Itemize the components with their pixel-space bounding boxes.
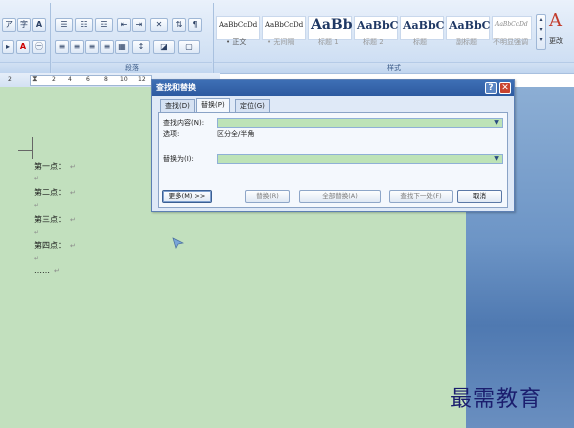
paragraph-mark: ↵ [34,255,40,262]
shading-button[interactable]: ◪ [153,40,175,54]
ruler-tick: 4 [68,76,72,83]
styles-group-label: 样式 [214,62,574,73]
font-group-label [0,62,50,73]
find-label: 查找内容(N): [163,119,205,127]
find-next-button[interactable]: 查找下一处(F) [389,190,453,203]
watermark: 最需教育 [450,387,543,412]
style-name: • 无间隔 [267,38,295,46]
font-color-button[interactable]: A [16,40,30,54]
numbering-button[interactable]: ☷ [75,18,93,32]
enclose-char-button[interactable]: ㊀ [32,40,46,54]
ruler-tick: 2 [8,76,12,83]
change-styles-icon[interactable]: A [549,10,562,31]
paragraph-mark: ↵ [34,202,40,209]
change-styles-label[interactable]: 更改 [549,36,563,46]
chevron-down-icon[interactable]: ▼ [492,155,501,163]
border-button[interactable]: ▢ [178,40,200,54]
ruler-tick: 10 [120,76,128,83]
ruler-track [30,75,152,86]
style-sample: AaBb [311,17,353,33]
find-input[interactable]: ▼ [217,118,503,128]
multilevel-list-button[interactable]: ☲ [95,18,113,32]
replace-all-button[interactable]: 全部替换(A) [299,190,381,203]
align-left-button[interactable]: ≡ [55,40,69,54]
ruler-tick: 8 [104,76,108,83]
ruler-tick: 12 [138,76,146,83]
separator [50,3,51,73]
tab-find[interactable]: 查找(D) [160,99,195,112]
align-right-button[interactable]: ≡ [85,40,99,54]
chinese-layout-button[interactable]: ✕ [150,18,168,32]
margin-corner [18,150,32,151]
mouse-pointer-icon [172,237,185,251]
style-sample: AaBbCcDd [219,21,258,29]
style-sample: AaBbC [357,19,399,32]
find-replace-dialog: 查找和替换 ? ✕ 查找(D) 替换(P) 定位(G) 查找内容(N): ▼ 选… [151,79,515,212]
style-name: 副标题 [456,38,477,46]
bullets-button[interactable]: ☰ [55,18,73,32]
cancel-button[interactable]: 取消 [457,190,502,203]
line-spacing-button[interactable]: ↕ [132,40,150,54]
style-name: • 正文 [226,38,247,46]
ruler-tick: 6 [86,76,90,83]
indent-marker-icon[interactable]: ⧗ [32,74,38,84]
style-name: 标题 1 [318,38,339,46]
style-name: 不明显强调 [493,38,528,46]
dialog-title-bar[interactable]: 查找和替换 [152,80,514,96]
distributed-button[interactable]: ▦ [115,40,129,54]
replace-input[interactable]: ▼ [217,154,503,164]
style-name: 标题 [413,38,427,46]
ribbon: ア 字 A ▸ A ㊀ ☰ ☷ ☲ ⇤ ⇥ ✕ ⇅ ¶ ≡ ≡ ≡ ≡ ▦ ↕ … [0,0,574,74]
justify-button[interactable]: ≡ [100,40,114,54]
font-more-button[interactable]: ▸ [2,40,14,54]
paragraph-group-label: 段落 [52,62,212,73]
ruler-tick: 2 [52,76,56,83]
decrease-indent-button[interactable]: ⇤ [117,18,131,32]
doc-line[interactable]: 第三点： ↵ [34,214,76,225]
char-shading-button[interactable]: A [32,18,46,32]
increase-indent-button[interactable]: ⇥ [132,18,146,32]
align-center-button[interactable]: ≡ [70,40,84,54]
close-button[interactable]: ✕ [499,82,511,94]
help-button[interactable]: ? [485,82,497,94]
style-sample: AaBbCcDd [495,21,528,28]
doc-line[interactable]: …… ↵ [34,266,60,275]
styles-scroll-button[interactable]: ▴ ▾ ▾ [536,14,546,50]
tab-replace[interactable]: 替换(P) [196,98,230,113]
style-name: 标题 2 [363,38,384,46]
replace-button[interactable]: 替换(R) [245,190,290,203]
doc-line[interactable]: 第二点： ↵ [34,187,76,198]
replace-label: 替换为(I): [163,155,194,163]
phonetic-guide-button[interactable]: ア [2,18,16,32]
text-cursor [32,137,33,159]
more-button[interactable]: 更多(M) >> [162,190,212,203]
paragraph-mark: ↵ [34,175,40,182]
style-sample: AaBbC [449,19,491,32]
doc-line[interactable]: 第一点： ↵ [34,161,76,172]
style-sample: AaBbCcDd [265,21,304,29]
show-marks-button[interactable]: ¶ [188,18,202,32]
char-border-button[interactable]: 字 [17,18,31,32]
sort-button[interactable]: ⇅ [172,18,186,32]
style-sample: AaBbC [403,19,445,32]
doc-line[interactable]: 第四点： ↵ [34,240,76,251]
chevron-down-icon[interactable]: ▼ [492,119,501,127]
tab-goto[interactable]: 定位(G) [235,99,270,112]
paragraph-mark: ↵ [34,229,40,236]
options-value: 区分全/半角 [217,130,255,138]
dialog-title: 查找和替换 [156,83,196,92]
options-label: 选项: [163,130,180,138]
